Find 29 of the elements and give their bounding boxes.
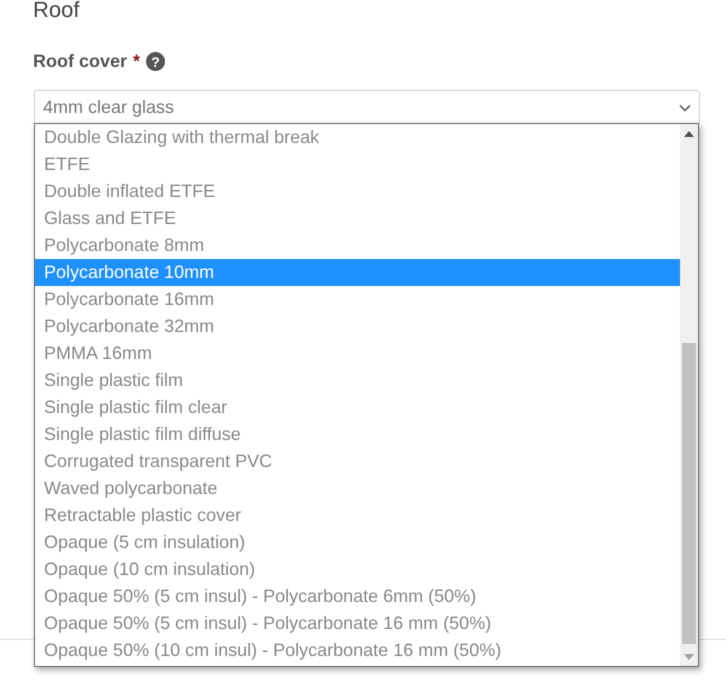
- dropdown-option[interactable]: Polycarbonate 32mm: [35, 313, 680, 340]
- dropdown-option[interactable]: Polycarbonate 10mm: [35, 259, 680, 286]
- dropdown-option[interactable]: Opaque 50% (5 cm insul) - Polycarbonate 6mm (50%): [35, 583, 680, 610]
- dropdown-option[interactable]: Single plastic film diffuse: [35, 421, 680, 448]
- chevron-icon: [679, 104, 691, 112]
- dropdown-option[interactable]: ETFE: [35, 151, 680, 178]
- dropdown-option[interactable]: Double inflated ETFE: [35, 178, 680, 205]
- dropdown-option[interactable]: Opaque (10 cm insulation): [35, 556, 680, 583]
- dropdown-option[interactable]: Retractable plastic cover: [35, 502, 680, 529]
- dropdown-option[interactable]: Corrugated transparent PVC: [35, 448, 680, 475]
- dropdown-option[interactable]: Opaque (5 cm insulation): [35, 529, 680, 556]
- dropdown-option[interactable]: Single plastic film: [35, 367, 680, 394]
- required-mark: *: [133, 50, 140, 73]
- scrollbar-thumb[interactable]: [682, 343, 696, 644]
- help-icon[interactable]: ?: [146, 52, 166, 71]
- scroll-down-icon[interactable]: [684, 654, 694, 660]
- dropdown-option[interactable]: Waved polycarbonate: [35, 475, 680, 502]
- dropdown-option[interactable]: Polycarbonate 16mm: [35, 286, 680, 313]
- field-label: Roof cover: [33, 50, 128, 73]
- scroll-up-icon[interactable]: [684, 131, 694, 137]
- dropdown-option[interactable]: Polycarbonate 8mm: [35, 232, 680, 259]
- dropdown-option[interactable]: Single plastic film clear: [35, 394, 680, 421]
- scrollbar[interactable]: [680, 124, 698, 666]
- dropdown-option[interactable]: Glass and ETFE: [35, 205, 680, 232]
- section-title: Roof: [33, 0, 80, 24]
- dropdown-option[interactable]: Opaque 50% (5 cm insul) - Polycarbonate 16 mm (50%): [35, 610, 680, 637]
- dropdown-option[interactable]: PMMA 16mm: [35, 340, 680, 367]
- dropdown-option[interactable]: Double Glazing with thermal break: [35, 124, 680, 151]
- dropdown-option[interactable]: Opaque 50% (10 cm insul) - Polycarbonate 16 mm (50%): [35, 637, 680, 664]
